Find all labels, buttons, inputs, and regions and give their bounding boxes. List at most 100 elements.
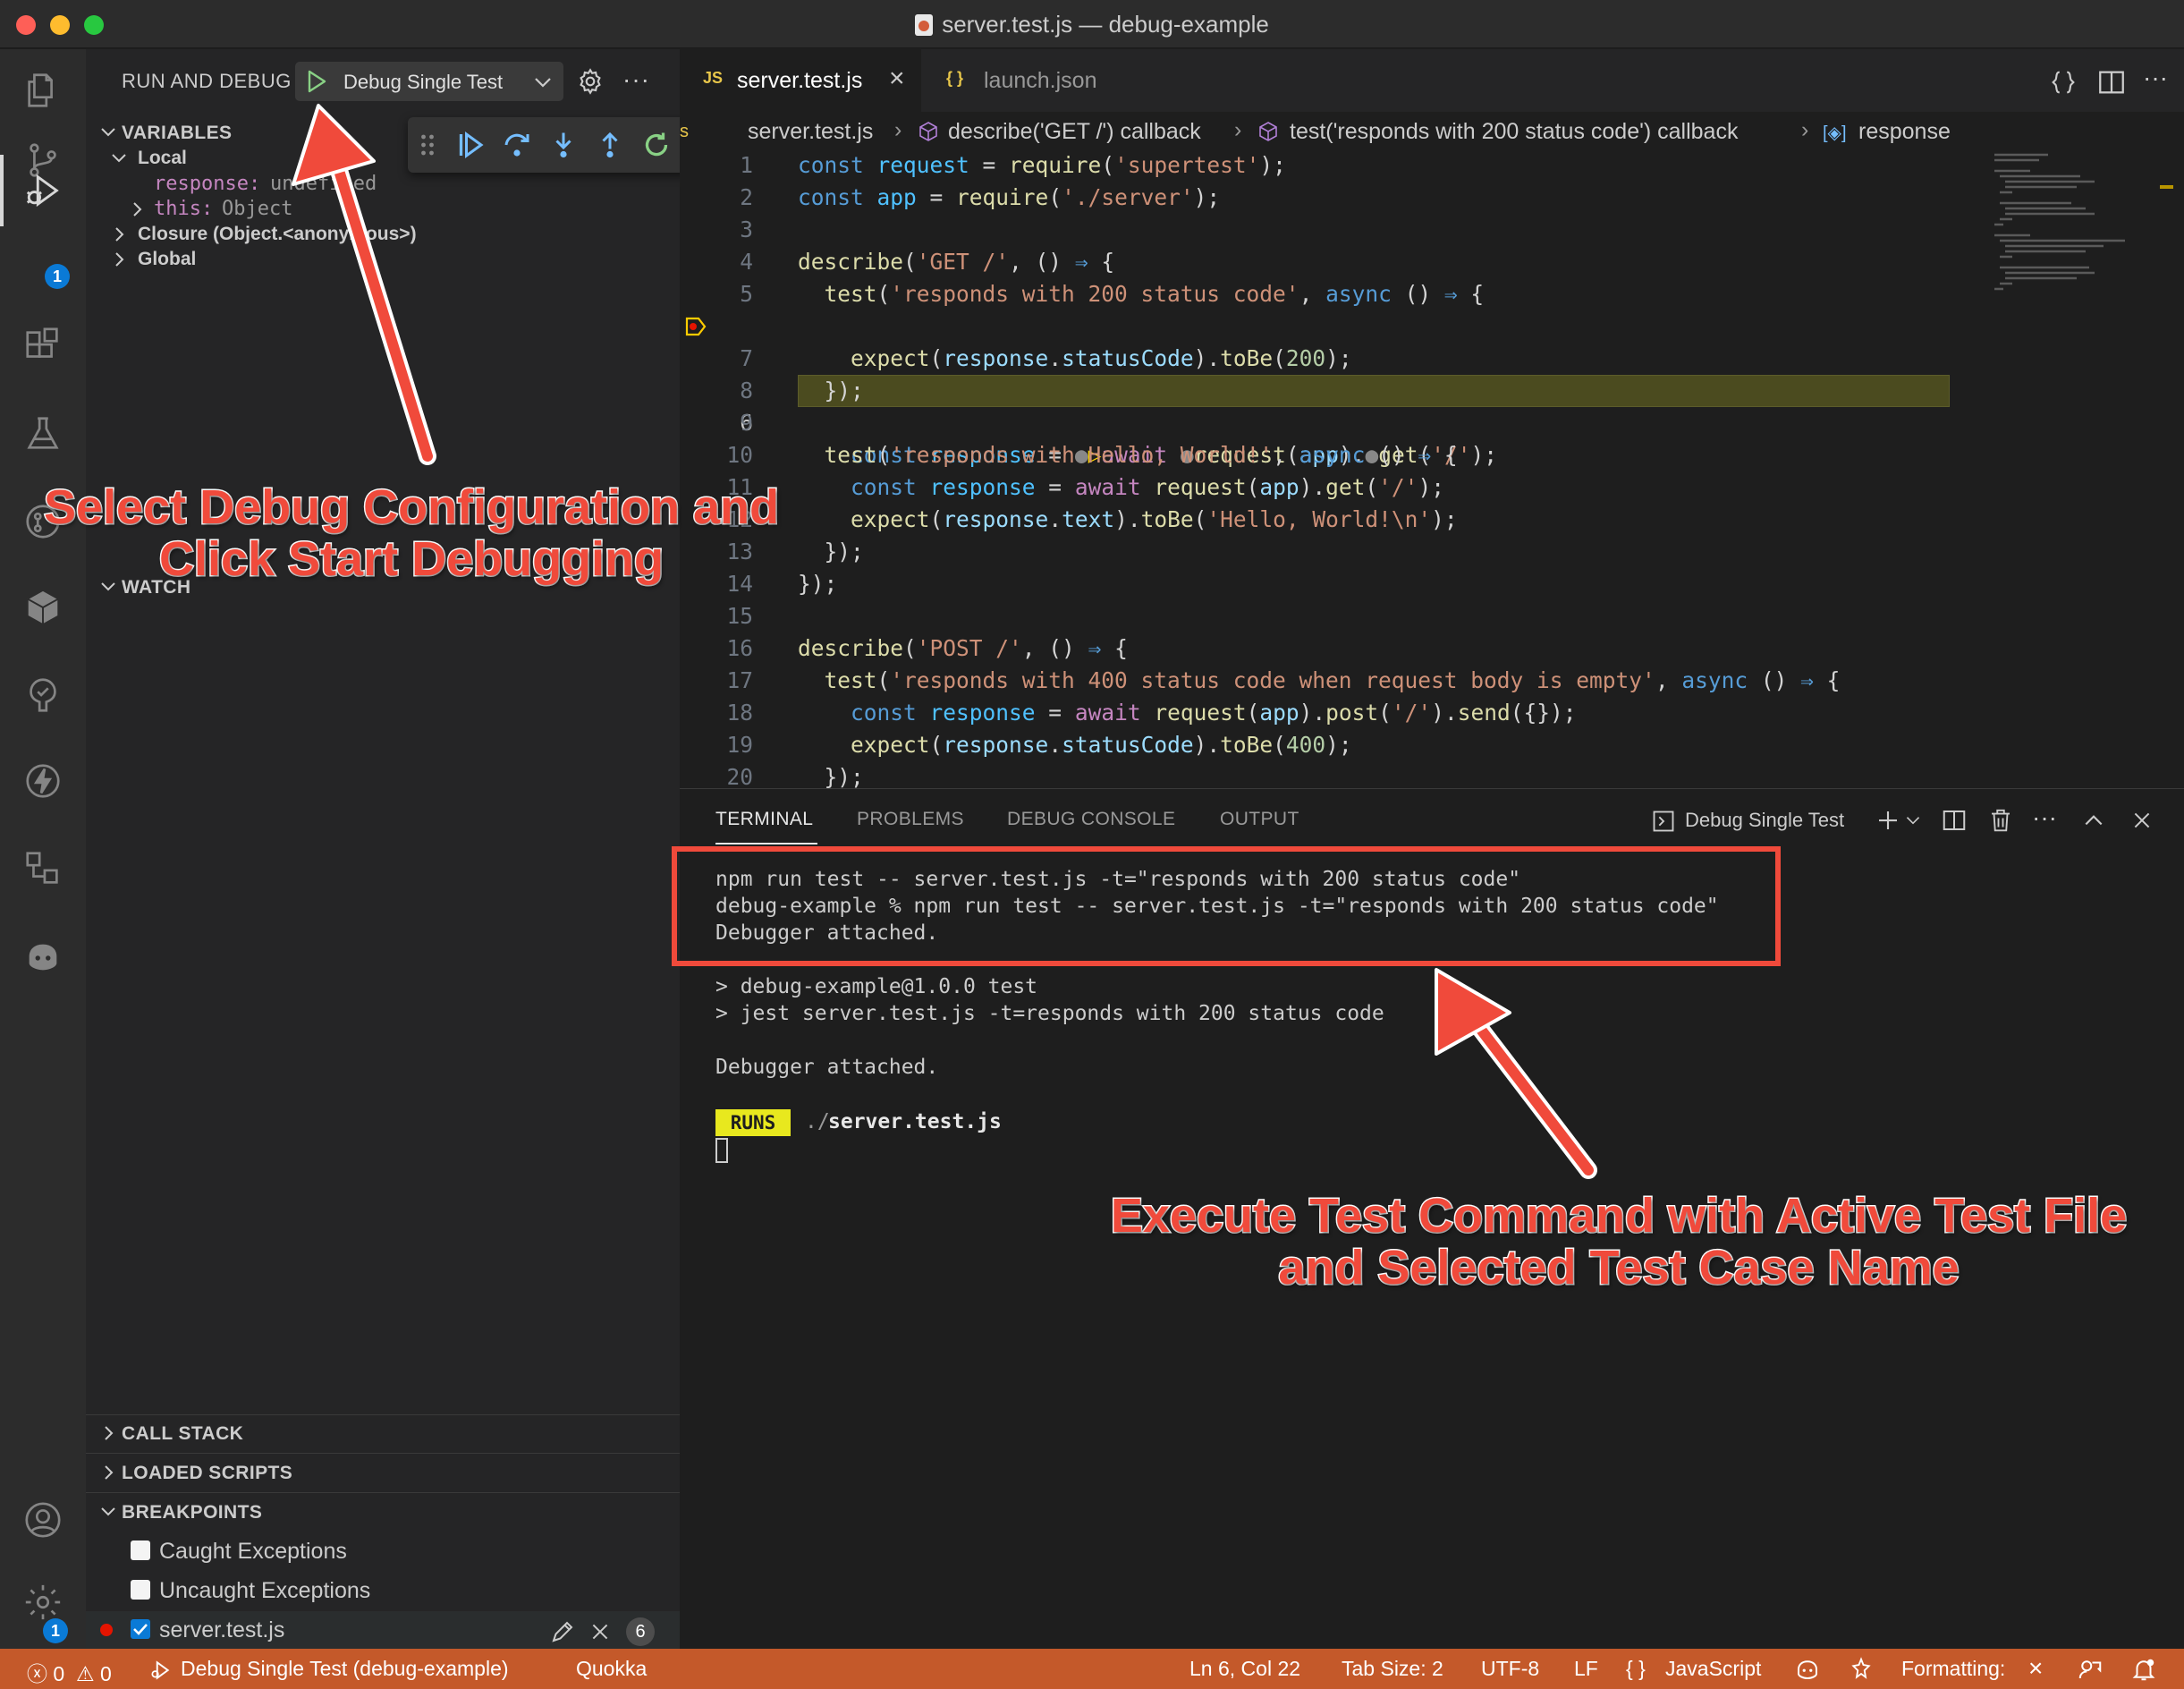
window-title: server.test.js — debug-example xyxy=(0,0,2184,48)
breakpoint-paused-icon[interactable] xyxy=(685,317,707,336)
code-line: 4 describe('GET /', () ⇒ { xyxy=(680,246,1950,278)
breadcrumb-item[interactable]: test('responds with 200 status code') ca… xyxy=(1290,119,1738,145)
window-title-text: server.test.js — debug-example xyxy=(942,11,1269,38)
lightning-icon[interactable] xyxy=(21,760,64,802)
uncaught-exceptions-checkbox[interactable] xyxy=(131,1580,150,1600)
settings-gear-icon[interactable] xyxy=(21,1581,64,1624)
feedback-icon[interactable] xyxy=(2077,1656,2104,1683)
drag-handle-icon[interactable] xyxy=(417,129,438,161)
call-stack-section-header[interactable]: CALL STACK xyxy=(86,1416,680,1452)
extensions-icon[interactable] xyxy=(21,325,64,368)
line-number: 20 xyxy=(726,764,753,788)
warning-count: 0 xyxy=(99,1662,112,1685)
terminal-line: npm run test -- server.test.js -t="respo… xyxy=(715,868,1521,891)
explorer-icon[interactable] xyxy=(21,69,64,112)
cursor-position-status[interactable]: Ln 6, Col 22 xyxy=(1189,1657,1300,1681)
formatting-close-icon[interactable]: × xyxy=(2028,1654,2043,1683)
global-scope[interactable]: Global xyxy=(86,242,680,278)
step-into-icon[interactable] xyxy=(547,129,580,161)
start-debugging-icon[interactable] xyxy=(306,69,327,94)
loaded-scripts-section-header[interactable]: LOADED SCRIPTS xyxy=(86,1456,680,1491)
breakpoint-row[interactable]: Uncaught Exceptions xyxy=(86,1573,680,1608)
step-out-icon[interactable] xyxy=(594,129,626,161)
code-line: 13 }); xyxy=(680,536,1950,568)
tab-size-status[interactable]: Tab Size: 2 xyxy=(1342,1657,1443,1681)
breadcrumb-item[interactable]: describe('GET /') callback xyxy=(948,119,1201,145)
breakpoint-label: Caught Exceptions xyxy=(159,1539,347,1564)
code-editor[interactable]: 1 const request = require('supertest'); 2… xyxy=(680,149,1950,788)
breakpoints-section-header[interactable]: BREAKPOINTS xyxy=(86,1495,680,1531)
formatting-status[interactable]: Formatting: xyxy=(1901,1657,2005,1681)
minimap[interactable] xyxy=(1985,149,2173,328)
copilot-icon[interactable] xyxy=(21,935,64,978)
debug-target-status[interactable]: Debug Single Test (debug-example) xyxy=(181,1657,509,1681)
breadcrumb: s server.test.js › describe('GET /') cal… xyxy=(680,114,2184,149)
checkmark-icon xyxy=(133,1624,148,1635)
terminal-name[interactable]: Debug Single Test xyxy=(1685,809,1844,832)
maximize-panel-chevron-up-icon[interactable] xyxy=(2082,809,2105,832)
run-debug-icon[interactable] xyxy=(21,169,64,212)
chevron-right-icon xyxy=(115,227,124,242)
tree-check-icon[interactable] xyxy=(21,674,64,717)
line-number: 10 xyxy=(726,442,753,468)
continue-icon[interactable] xyxy=(454,129,487,161)
problems-status[interactable]: ⓧ 0 ⚠ 0 xyxy=(27,1657,112,1687)
breakpoint-row[interactable]: server.test.js 6 xyxy=(86,1611,680,1651)
terminal-line: Debugger attached. xyxy=(715,1056,939,1079)
tab-server-test-js[interactable]: JS server.test.js × xyxy=(680,49,921,112)
open-launch-json-gear-icon[interactable] xyxy=(576,67,605,96)
braces-icon[interactable] xyxy=(2048,67,2078,98)
tab-debug-console[interactable]: DEBUG CONSOLE xyxy=(1007,809,1175,830)
quokka-status[interactable]: Quokka xyxy=(576,1657,647,1681)
restart-icon[interactable] xyxy=(640,129,673,161)
new-terminal-plus-icon[interactable] xyxy=(1875,807,1901,834)
breadcrumb-separator: › xyxy=(1234,117,1242,142)
close-panel-icon[interactable] xyxy=(2130,809,2154,832)
chevron-right-icon xyxy=(105,1465,114,1480)
sidebar-title: RUN AND DEBUG xyxy=(122,70,292,92)
line-number: 5 xyxy=(740,281,753,307)
chevron-down-icon[interactable] xyxy=(1905,812,1921,828)
more-actions-icon[interactable]: ··· xyxy=(622,65,650,94)
remote-explorer-icon[interactable] xyxy=(21,847,64,890)
panel-more-actions-icon[interactable]: ··· xyxy=(2032,803,2057,832)
editor-more-actions-icon[interactable]: ··· xyxy=(2143,64,2168,92)
testing-icon[interactable] xyxy=(21,412,64,455)
debug-config-dropdown[interactable]: Debug Single Test xyxy=(295,62,563,101)
method-cube-icon xyxy=(1259,122,1277,141)
local-scope-label: Local xyxy=(138,148,187,168)
encoding-status[interactable]: UTF-8 xyxy=(1481,1657,1539,1681)
close-tab-icon[interactable]: × xyxy=(889,64,905,94)
tab-problems[interactable]: PROBLEMS xyxy=(857,809,964,830)
language-mode-status[interactable]: JavaScript xyxy=(1665,1657,1761,1681)
tab-output[interactable]: OUTPUT xyxy=(1220,809,1299,830)
active-indicator xyxy=(0,155,4,226)
caught-exceptions-checkbox[interactable] xyxy=(131,1540,150,1560)
tab-terminal[interactable]: TERMINAL xyxy=(715,809,813,830)
step-over-icon[interactable] xyxy=(501,129,533,161)
code-line: 1 const request = require('supertest'); xyxy=(680,149,1950,182)
eol-status[interactable]: LF xyxy=(1574,1657,1598,1681)
trash-icon[interactable] xyxy=(1987,807,2014,834)
terminal-line: > jest server.test.js -t=responds with 2… xyxy=(715,1002,1384,1025)
line-number: 4 xyxy=(740,249,753,275)
notifications-bell-icon[interactable] xyxy=(2130,1656,2157,1683)
copilot-status-icon[interactable] xyxy=(1794,1656,1821,1683)
spark-status-icon[interactable] xyxy=(1848,1656,1875,1683)
breakpoint-label: Uncaught Exceptions xyxy=(159,1578,371,1603)
breadcrumb-item[interactable]: server.test.js xyxy=(748,119,873,145)
variable-icon: [◈] xyxy=(1823,123,1847,143)
split-editor-icon[interactable] xyxy=(2096,67,2127,98)
global-scope-label: Global xyxy=(138,249,197,269)
breadcrumb-item[interactable]: response xyxy=(1858,119,1951,145)
server-test-breakpoint-checkbox[interactable] xyxy=(131,1619,150,1639)
split-terminal-icon[interactable] xyxy=(1941,807,1968,834)
tab-launch-json[interactable]: { } launch.json xyxy=(921,49,1127,112)
method-cube-icon xyxy=(919,122,937,141)
edit-breakpoint-pencil-icon[interactable] xyxy=(549,1618,576,1645)
annotation-line: Execute Test Command with Active Test Fi… xyxy=(1109,1189,2128,1243)
breakpoint-row[interactable]: Caught Exceptions xyxy=(86,1533,680,1569)
package-icon[interactable] xyxy=(21,586,64,629)
remove-breakpoint-close-icon[interactable] xyxy=(588,1620,612,1643)
account-icon[interactable] xyxy=(21,1498,64,1541)
